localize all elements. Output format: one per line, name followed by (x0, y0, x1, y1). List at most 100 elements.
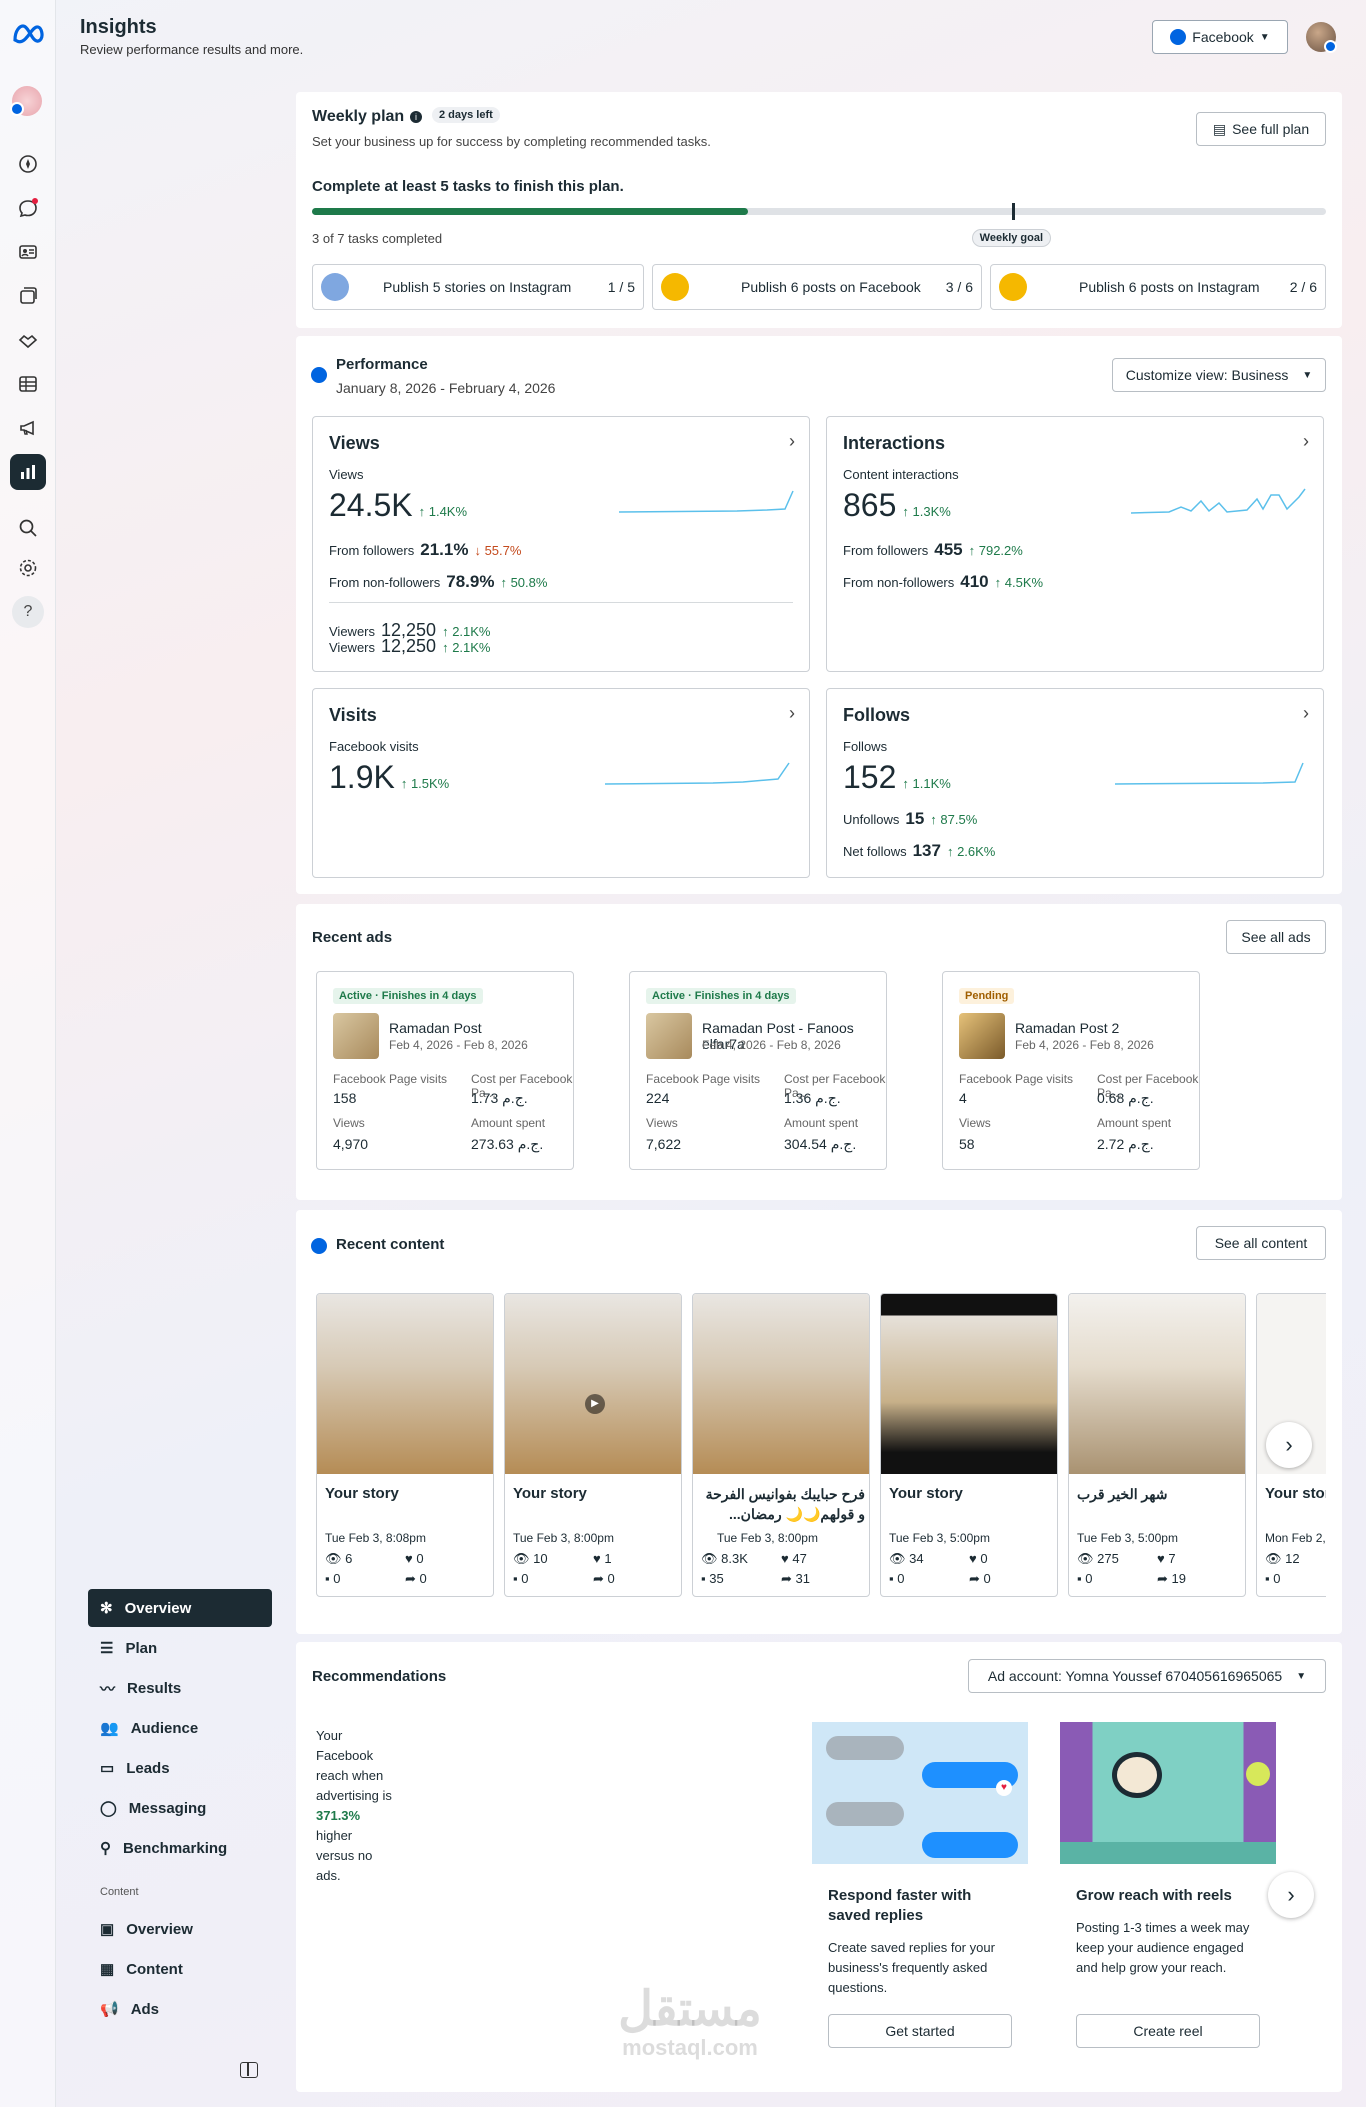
heart-icon: ♥ (593, 1551, 601, 1566)
get-started-button[interactable]: Get started (828, 2014, 1012, 2048)
recommendations-next-button[interactable]: › (1268, 1872, 1314, 1918)
create-reel-button[interactable]: Create reel (1076, 2014, 1260, 2048)
sidebar-item-content-overview[interactable]: ▣ Overview (88, 1910, 272, 1948)
ad-card[interactable]: Active · Finishes in 4 days Ramadan Post… (629, 971, 887, 1170)
post-time: Mon Feb 2, (1265, 1531, 1326, 1545)
recommendation-button-label: Get started (885, 2023, 955, 2039)
interactions-metric-card[interactable]: Interactions › Content interactions 865 … (826, 416, 1324, 672)
platform-select[interactable]: Facebook ▼ (1152, 20, 1288, 54)
eye-icon: 👁 (889, 1551, 906, 1566)
meta-logo-icon[interactable] (12, 24, 46, 49)
chat-icon[interactable] (12, 192, 44, 224)
post-shares: 0 (607, 1571, 615, 1586)
sidebar-item-ads[interactable]: 📢 Ads (88, 1990, 272, 2028)
eye-icon: 👁 (1077, 1551, 1094, 1566)
weekly-plan-title: Weekly plan (312, 108, 405, 125)
search-icon[interactable] (12, 512, 44, 544)
megaphone-icon[interactable] (12, 412, 44, 444)
handshake-icon[interactable] (12, 324, 44, 356)
share-icon: ➦ (781, 1571, 792, 1586)
ad-card[interactable]: Active · Finishes in 4 days Ramadan Post… (316, 971, 574, 1170)
instagram-story-icon (321, 273, 349, 301)
content-post[interactable]: شهر الخير قرب Tue Feb 3, 5:00pm 👁 275 ♥ … (1068, 1293, 1246, 1597)
facebook-badge-icon (10, 102, 24, 116)
visits-metric-card[interactable]: Visits › Facebook visits 1.9K ↑ 1.5K% (312, 688, 810, 878)
recommendation-card[interactable]: Grow reach with reels Posting 1-3 times … (1060, 1722, 1276, 2070)
watermark: مستقل mostaql.com (600, 1985, 780, 2061)
customize-view-select[interactable]: Customize view: Business ▼ (1112, 358, 1326, 392)
recommendation-card[interactable]: ♥ Respond faster with saved replies Crea… (812, 1722, 1028, 2070)
content-post[interactable]: فرح حبايبك بفوانيس الفرحة و قولهم🌙🌙 رمضا… (692, 1293, 870, 1597)
follows-metric-card[interactable]: Follows › Follows 152 ↑ 1.1K% Unfollows … (826, 688, 1324, 878)
metric-sub-change: ↓ 55.7% (474, 543, 522, 558)
post-caption: Your stor (1265, 1485, 1326, 1502)
metric-sub-label: From followers (329, 543, 415, 558)
metric-sub-label: From non-followers (329, 575, 441, 590)
reach-value: 371.3% (316, 1808, 361, 1823)
metric-change: ↑ 1.5K% (400, 776, 450, 791)
compass-icon[interactable] (12, 148, 44, 180)
sidebar-item-audience[interactable]: 👥 Audience (88, 1709, 272, 1747)
chevron-right-icon[interactable]: › (789, 703, 795, 724)
sidebar-item-label: Overview (126, 1920, 193, 1938)
chevron-right-icon[interactable]: › (1303, 703, 1309, 724)
table-icon[interactable] (12, 368, 44, 400)
post-likes: 7 (1168, 1551, 1176, 1566)
post-time: Tue Feb 3, 8:00pm (513, 1531, 614, 1545)
sidebar-item-messaging[interactable]: ◯ Messaging (88, 1789, 272, 1827)
overview-icon: ✻ (100, 1600, 113, 1617)
views-metric-card[interactable]: Views › Views 24.5K ↑ 1.4K% From followe… (312, 416, 810, 672)
content-library-icon[interactable] (12, 280, 44, 312)
sidebar-item-label: Audience (130, 1719, 199, 1737)
metric-sub-value: 137 (912, 841, 941, 860)
heart-icon: ♥ (781, 1551, 789, 1566)
share-icon: ➦ (1157, 1571, 1168, 1586)
sidebar-item-label: Results (127, 1679, 182, 1697)
task-item[interactable]: Publish 5 stories on Instagram 1 / 5 (312, 264, 644, 310)
metric-key: Views (333, 1116, 365, 1130)
see-full-plan-button[interactable]: ▤ See full plan (1196, 112, 1326, 146)
sidebar-item-content[interactable]: ▦ Content (88, 1950, 272, 1988)
post-thumbnail (693, 1294, 869, 1474)
content-post[interactable]: Your story Tue Feb 3, 8:08pm 👁 6 ♥ 0 ▪ 0… (316, 1293, 494, 1597)
metric-label: Content interactions (843, 467, 959, 482)
metric-key: Views (646, 1116, 678, 1130)
ad-account-select[interactable]: Ad account: Yomna Youssef 67040561696506… (968, 1659, 1326, 1693)
see-all-ads-label: See all ads (1241, 929, 1311, 945)
insights-chart-icon[interactable] (10, 454, 46, 490)
metric-key: Amount spent (1097, 1116, 1172, 1130)
page-avatar-icon[interactable] (10, 86, 42, 116)
task-item[interactable]: Publish 6 posts on Instagram 2 / 6 (990, 264, 1326, 310)
contact-card-icon[interactable] (12, 236, 44, 268)
eye-icon: 👁 (1265, 1551, 1282, 1566)
info-icon[interactable]: i (410, 111, 422, 123)
chevron-right-icon: › (1285, 1432, 1293, 1457)
content-post[interactable]: ▶ Your story Tue Feb 3, 8:00pm 👁 10 ♥ 1 … (504, 1293, 682, 1597)
performance-date-range: January 8, 2026 - February 4, 2026 (336, 380, 556, 396)
sidebar-item-results[interactable]: 〰 Results (88, 1669, 272, 1707)
sidebar-item-overview[interactable]: ✻ Overview (88, 1589, 272, 1627)
sidebar-item-plan[interactable]: ☰ Plan (88, 1629, 272, 1667)
settings-gear-icon[interactable] (12, 552, 44, 584)
content-post[interactable]: Your story Tue Feb 3, 5:00pm 👁 34 ♥ 0 ▪ … (880, 1293, 1058, 1597)
user-avatar[interactable] (1306, 22, 1337, 53)
chevron-right-icon[interactable]: › (1303, 431, 1309, 452)
recommendation-description: Create saved replies for your business's… (828, 1940, 995, 1995)
dropdown-caret-icon: ▼ (1302, 369, 1313, 381)
help-icon[interactable]: ? (12, 596, 44, 628)
task-item[interactable]: Publish 6 posts on Facebook 3 / 6 (652, 264, 982, 310)
ad-card[interactable]: Pending Ramadan Post 2 Feb 4, 2026 - Feb… (942, 971, 1200, 1170)
collapse-sidebar-icon[interactable] (240, 2062, 258, 2078)
comment-icon: ▪ (325, 1571, 330, 1586)
chevron-right-icon[interactable]: › (789, 431, 795, 452)
post-views: 8.3K (721, 1551, 748, 1566)
carousel-next-button[interactable]: › (1266, 1422, 1312, 1468)
ad-visits: 4 (959, 1090, 967, 1106)
eye-icon: 👁 (325, 1551, 342, 1566)
recommendation-description: Posting 1-3 times a week may keep your a… (1076, 1920, 1250, 1975)
sidebar-item-leads[interactable]: ▭ Leads (88, 1749, 272, 1787)
sidebar-item-benchmarking[interactable]: ⚲ Benchmarking (88, 1829, 272, 1867)
share-icon: ➦ (593, 1571, 604, 1586)
see-all-ads-button[interactable]: See all ads (1226, 920, 1326, 954)
reels-illustration (1060, 1722, 1276, 1864)
